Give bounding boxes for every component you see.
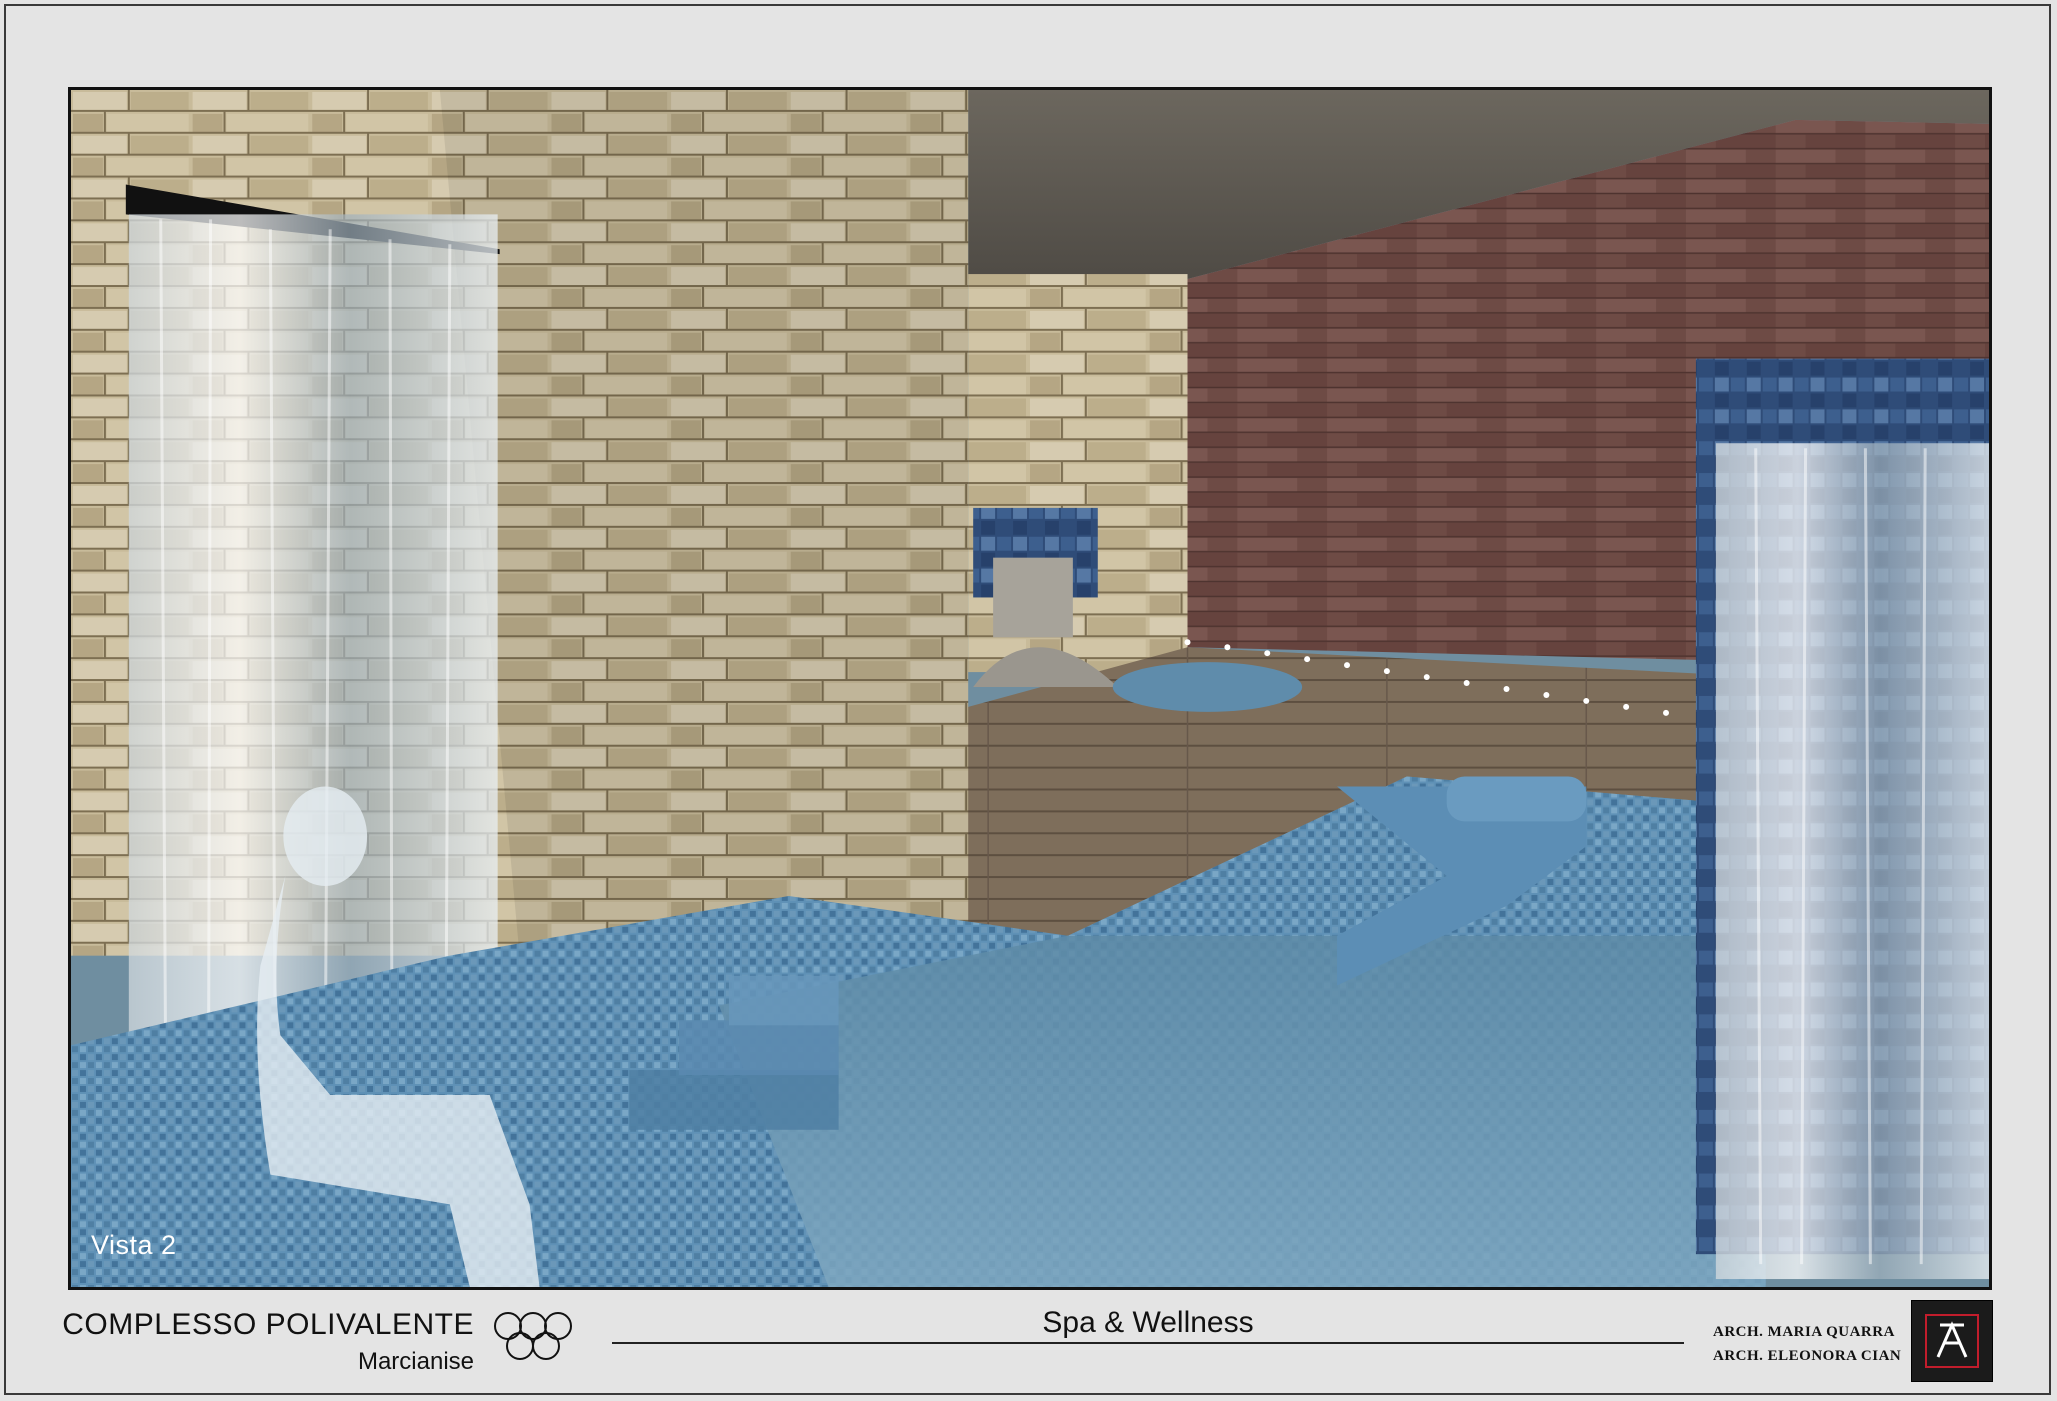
studio-logo-icon bbox=[1911, 1300, 1993, 1382]
render-illustration bbox=[71, 90, 1989, 1287]
project-name: COMPLESSO POLIVALENTE bbox=[62, 1308, 474, 1341]
title-block: COMPLESSO POLIVALENTE Marcianise Spa & W… bbox=[0, 1290, 2057, 1401]
pool-water bbox=[718, 935, 1766, 1287]
left-waterfall bbox=[128, 214, 498, 1086]
project-city: Marcianise bbox=[357, 1348, 474, 1375]
architect-name: ARCH. ELEONORA CIAN bbox=[1713, 1348, 1902, 1364]
view-label: Vista 2 bbox=[91, 1230, 177, 1260]
architect-name: ARCH. MARIA QUARRA bbox=[1713, 1324, 1895, 1340]
architect-credits: ARCH. MARIA QUARRA ARCH. ELEONORA CIAN bbox=[1713, 1320, 1901, 1368]
title-rule bbox=[612, 1342, 1684, 1344]
spa-render-image: Vista 2 bbox=[68, 87, 1992, 1290]
olympic-rings-icon bbox=[494, 1312, 572, 1360]
sheet-title: Spa & Wellness bbox=[1042, 1306, 1254, 1339]
